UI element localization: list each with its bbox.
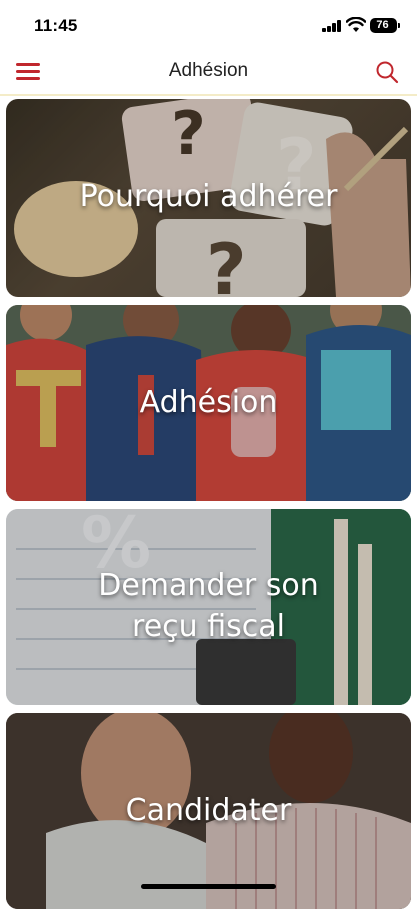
card-adhesion[interactable]: Adhésion [6,305,411,501]
card-pourquoi-adherer[interactable]: ? ? ? Pourquoi adhérer [6,99,411,297]
card-label-line: reçu fiscal [132,609,285,644]
battery-icon: 76 [370,18,400,33]
card-label-line: Candidater [125,793,292,828]
battery-level: 76 [376,19,389,31]
card-candidater[interactable]: Candidater [6,713,411,909]
wifi-icon [346,17,366,32]
card-label-line: Demander son [98,568,319,603]
app-header: Adhésion [0,50,417,96]
search-icon[interactable] [374,59,400,85]
page-title: Adhésion [168,60,249,81]
card-label-line: Adhésion [139,385,278,420]
home-indicator[interactable] [141,884,276,889]
status-bar: 11:45 76 [0,0,417,50]
card-recu-fiscal[interactable]: % Demander son reçu fiscal [6,509,411,705]
status-time: 11:45 [34,16,78,35]
cellular-signal-icon [322,20,342,32]
card-label-line: Pourquoi adhérer [79,179,338,214]
